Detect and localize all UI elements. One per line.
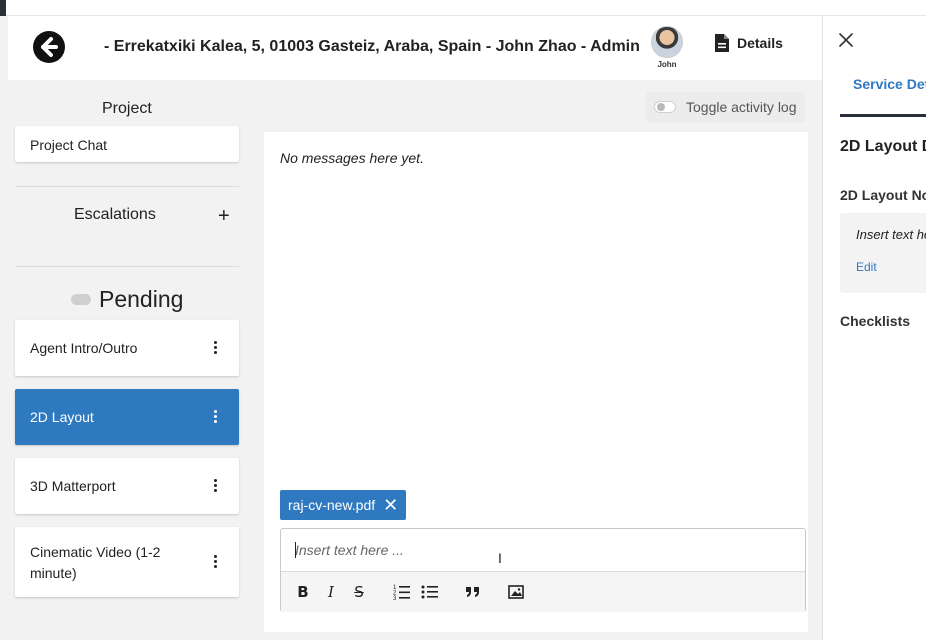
notes-heading: 2D Layout Notes <box>840 187 926 203</box>
pending-item[interactable]: Cinematic Video (1-2 minute) <box>15 527 239 597</box>
avatar-name: John <box>657 60 677 69</box>
remove-attachment-icon[interactable]: ✕ <box>383 496 398 514</box>
right-panel: Service Details 2D Layout Details 2D Lay… <box>822 16 926 640</box>
details-label: Details <box>737 35 783 51</box>
kebab-menu-icon[interactable] <box>209 553 221 569</box>
attachment-chip[interactable]: raj-cv-new.pdf ✕ <box>280 490 407 520</box>
header: - Errekatxiki Kalea, 5, 01003 Gasteiz, A… <box>8 16 822 80</box>
bullet-list-button[interactable] <box>421 583 439 601</box>
main-area: - Errekatxiki Kalea, 5, 01003 Gasteiz, A… <box>8 16 822 640</box>
checklists-heading: Checklists <box>840 313 911 329</box>
kebab-menu-icon[interactable] <box>209 339 221 355</box>
section-title: 2D Layout Details <box>840 138 926 155</box>
document-icon <box>715 34 729 52</box>
divider <box>15 266 239 267</box>
blockquote-button[interactable] <box>464 583 482 601</box>
kebab-menu-icon[interactable] <box>209 477 221 493</box>
text-cursor-icon: I <box>498 550 502 566</box>
pending-item-label: 2D Layout <box>30 409 94 425</box>
top-bar <box>0 0 926 16</box>
edit-notes-link[interactable]: Edit <box>856 260 877 274</box>
notes-box: Insert text here Edit <box>840 213 926 293</box>
add-escalation-button[interactable]: + <box>218 206 230 226</box>
message-editor: B I S 1 2 3 <box>280 528 806 612</box>
svg-text:3: 3 <box>393 596 397 601</box>
tab-service-details[interactable]: Service Details <box>853 76 926 92</box>
project-chat-item[interactable]: Project Chat <box>15 126 239 162</box>
attachment-name: raj-cv-new.pdf <box>288 497 376 513</box>
pending-item[interactable]: 3D Matterport <box>15 458 239 514</box>
details-button[interactable]: Details <box>714 32 783 54</box>
editor-toolbar: B I S 1 2 3 <box>281 571 805 612</box>
image-icon <box>508 585 524 599</box>
app-mark <box>0 0 6 16</box>
close-icon <box>839 33 853 47</box>
ordered-list-icon: 1 2 3 <box>393 585 410 602</box>
back-button[interactable] <box>33 31 65 63</box>
tab-indicator <box>840 114 926 117</box>
close-button[interactable] <box>839 33 853 52</box>
toggle-switch[interactable] <box>654 101 676 113</box>
message-input[interactable] <box>281 529 805 571</box>
bullet-list-icon <box>421 585 438 599</box>
pending-item-active[interactable]: 2D Layout <box>15 389 239 445</box>
insert-image-button[interactable] <box>507 583 525 601</box>
pending-heading: Pending <box>71 286 183 313</box>
text-caret <box>295 542 296 558</box>
notes-text: Insert text here <box>856 227 926 242</box>
project-heading: Project <box>102 100 152 117</box>
toggle-label: Toggle activity log <box>686 99 797 115</box>
kebab-menu-icon[interactable] <box>209 408 221 424</box>
escalations-heading: Escalations <box>74 206 156 223</box>
activity-log-toggle[interactable]: Toggle activity log <box>646 92 805 122</box>
pending-item[interactable]: Agent Intro/Outro <box>15 320 239 376</box>
divider <box>15 186 239 187</box>
pending-item-label: Cinematic Video (1-2 minute) <box>30 544 161 581</box>
quote-icon <box>466 587 479 597</box>
pending-item-label: 3D Matterport <box>30 478 116 494</box>
project-chat-label: Project Chat <box>30 137 108 153</box>
ordered-list-button[interactable]: 1 2 3 <box>393 583 411 602</box>
bold-button[interactable]: B <box>294 583 312 601</box>
status-pill <box>71 294 91 305</box>
empty-messages-text: No messages here yet. <box>280 150 424 166</box>
pending-item-label: Agent Intro/Outro <box>30 340 138 356</box>
back-arrow-icon <box>41 37 58 57</box>
avatar[interactable] <box>651 26 683 58</box>
italic-button[interactable]: I <box>322 583 340 601</box>
page-title: - Errekatxiki Kalea, 5, 01003 Gasteiz, A… <box>104 38 640 55</box>
strikethrough-button[interactable]: S <box>350 583 368 601</box>
pending-label: Pending <box>99 286 184 312</box>
